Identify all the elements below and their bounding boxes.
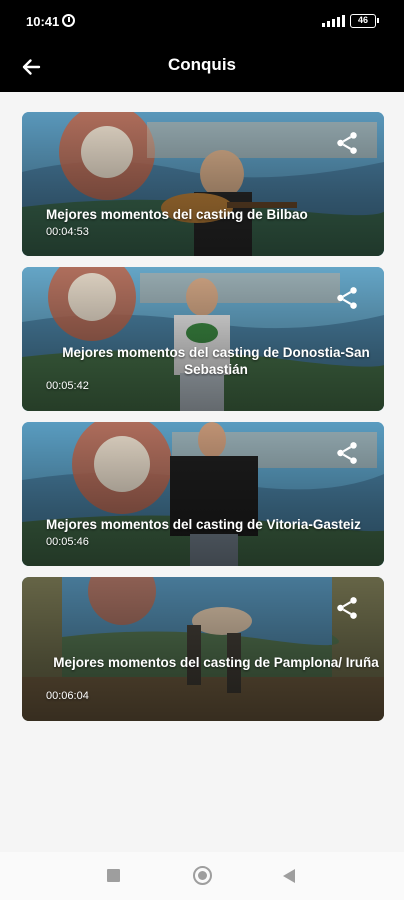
alarm-icon <box>62 14 75 27</box>
share-button[interactable] <box>334 595 360 621</box>
share-icon <box>337 597 357 619</box>
square-icon[interactable] <box>107 869 120 882</box>
status-time: 10:41 <box>26 14 60 29</box>
video-title: Mejores momentos del casting de Donostia… <box>62 345 370 377</box>
app-bar: Conquis <box>0 42 404 92</box>
video-title: Mejores momentos del casting de Bilbao <box>46 207 308 222</box>
video-duration: 00:05:46 <box>46 536 89 548</box>
video-title: Mejores momentos del casting de Vitoria-… <box>46 517 361 532</box>
video-title: Mejores momentos del casting de Pamplona… <box>53 655 379 670</box>
page-title: Conquis <box>168 55 236 74</box>
triangle-icon[interactable] <box>283 869 295 883</box>
video-duration: 00:06:04 <box>46 690 89 702</box>
video-duration: 00:04:53 <box>46 226 89 238</box>
share-button[interactable] <box>334 130 360 156</box>
status-bar: 10:41 46 <box>0 0 404 42</box>
share-icon <box>337 287 357 309</box>
video-duration: 00:05:42 <box>46 380 89 392</box>
video-card-bilbao[interactable]: Mejores momentos del casting de Bilbao 0… <box>22 112 384 256</box>
share-button[interactable] <box>334 440 360 466</box>
share-button[interactable] <box>334 285 360 311</box>
signal-icon <box>322 15 346 27</box>
battery-level: 46 <box>357 15 368 25</box>
circle-icon[interactable] <box>193 866 212 885</box>
share-icon <box>337 132 357 154</box>
video-card-donostia[interactable]: Mejores momentos del casting de Donostia… <box>22 267 384 411</box>
system-nav-bar <box>0 852 404 900</box>
battery-icon: 46 <box>350 14 379 28</box>
share-icon <box>337 442 357 464</box>
video-card-vitoria[interactable]: Mejores momentos del casting de Vitoria-… <box>22 422 384 566</box>
video-card-pamplona[interactable]: Mejores momentos del casting de Pamplona… <box>22 577 384 721</box>
